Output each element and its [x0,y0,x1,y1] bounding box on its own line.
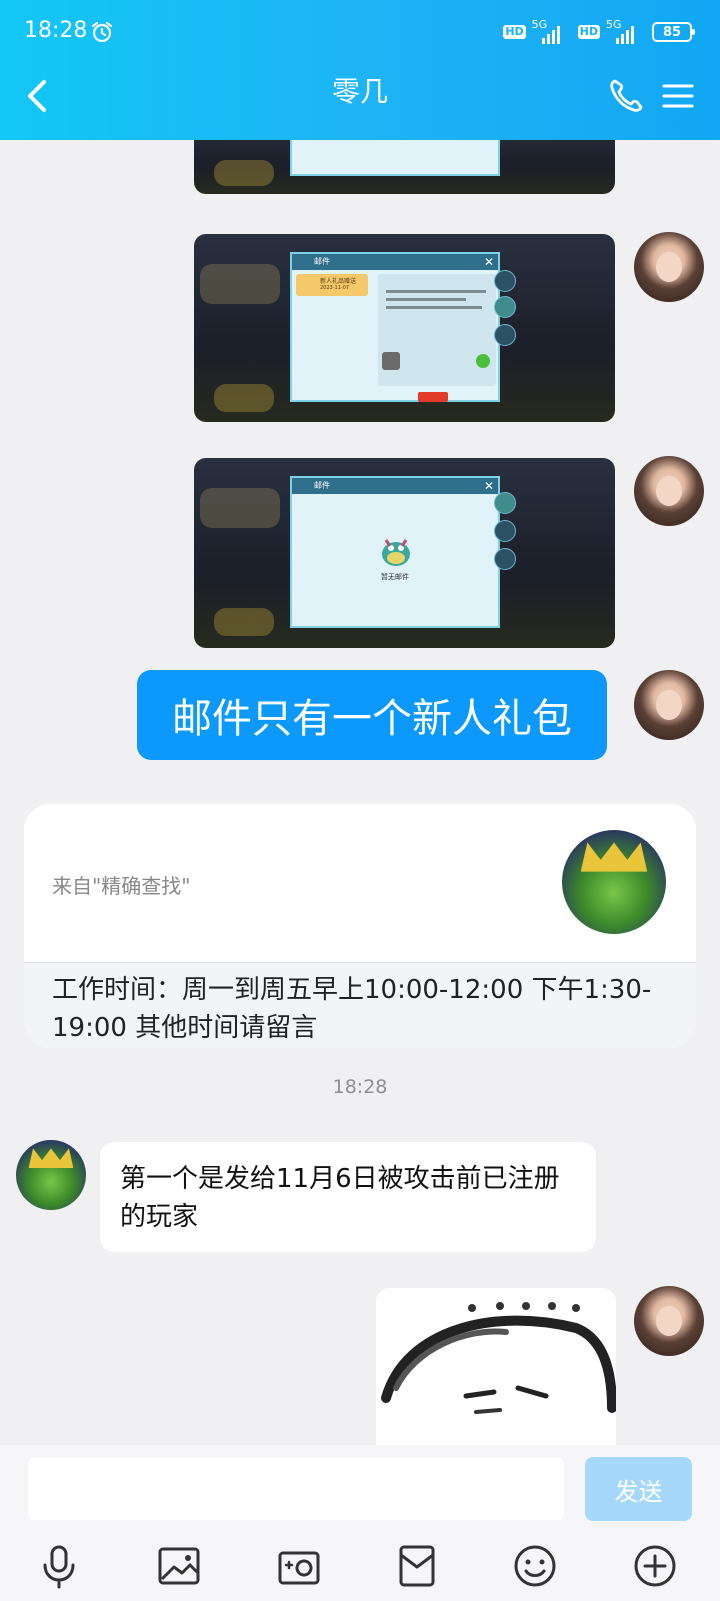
battery-icon: 85 [652,22,695,42]
mic-icon[interactable] [36,1543,82,1589]
signal-icon: 5G [532,18,572,44]
message-bubble-incoming[interactable]: 第一个是发给11月6日被攻击前已注册的玩家 [100,1142,596,1252]
camera-icon[interactable] [276,1543,322,1589]
message-list[interactable]: 邮件 ✕ 新人礼品赠送 2023-11-07 邮件 ✕ 暂无邮件 邮件只有一个新… [0,140,720,1445]
my-avatar[interactable] [634,456,704,526]
work-hours-notice: 工作时间：周一到周五早上10:00-12:00 下午1:30-19:00 其他时… [24,962,696,1048]
image-icon[interactable] [156,1543,202,1589]
my-avatar[interactable] [634,670,704,740]
sticker-message[interactable] [376,1288,616,1445]
battery-level: 85 [662,24,682,40]
red-packet-icon[interactable] [394,1543,440,1589]
nav-bar: 零几 [0,62,720,140]
message-input[interactable] [28,1458,564,1520]
menu-icon[interactable] [660,78,696,114]
plus-icon[interactable] [632,1543,678,1589]
hd-badge-2: HD [577,25,600,39]
auto-reply-card[interactable]: 来自"精确查找" 工作时间：周一到周五早上10:00-12:00 下午1:30-… [24,804,696,1048]
meme-face-sticker [381,1302,616,1414]
hd-badge: HD [503,25,526,39]
alarm-icon [91,21,113,43]
input-bar: 发送 [0,1445,720,1601]
message-bubble-outgoing[interactable]: 邮件只有一个新人礼包 [137,670,607,760]
dragon-mascot-icon [382,539,410,566]
my-avatar[interactable] [634,232,704,302]
contact-avatar[interactable] [562,830,666,934]
image-message-empty-mail[interactable]: 邮件 ✕ 暂无邮件 [194,458,615,648]
signal-icon-2: 5G [606,18,646,44]
status-bar: 18:28 HD 5G HD 5G 85 [0,0,720,62]
image-message-mail[interactable]: 邮件 ✕ 新人礼品赠送 2023-11-07 [194,234,615,422]
card-source-label: 来自"精确查找" [52,874,191,898]
send-button[interactable]: 发送 [585,1457,692,1521]
toolbar [0,1543,720,1593]
time-separator: 18:28 [332,1076,388,1098]
status-indicators: HD 5G HD 5G 85 [503,18,695,46]
emoji-icon[interactable] [512,1543,558,1589]
contact-avatar[interactable] [16,1140,86,1210]
my-avatar[interactable] [634,1286,704,1356]
status-time: 18:28 [24,18,88,43]
empty-mail-label: 暂无邮件 [381,573,409,581]
phone-icon[interactable] [606,76,646,116]
chat-header: 18:28 HD 5G HD 5G 85 零几 [0,0,720,140]
mail-dialog: 邮件 ✕ 新人礼品赠送 2023-11-07 [290,252,500,402]
image-message-partial[interactable] [194,140,615,194]
mail-dialog-empty: 邮件 ✕ 暂无邮件 [290,476,500,628]
